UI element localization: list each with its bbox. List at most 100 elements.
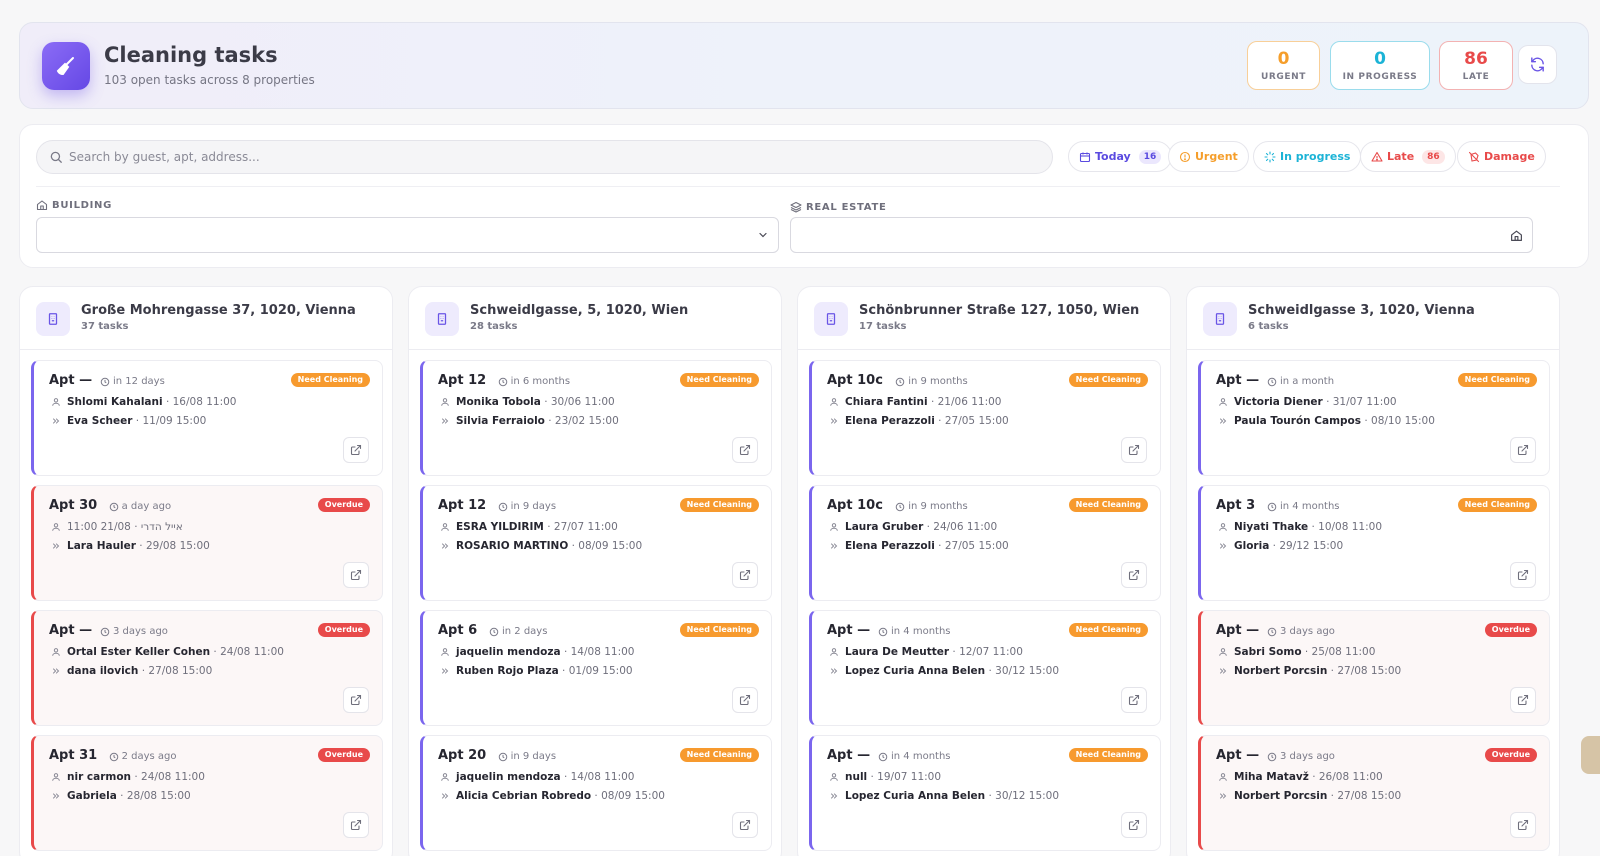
late-stat-label: LATE (1462, 71, 1490, 82)
apartment-label: Apt — (1216, 748, 1260, 763)
checkout-guest-name: Norbert Porcsin (1234, 665, 1328, 677)
open-task-button[interactable] (1121, 437, 1147, 463)
user-icon (1219, 773, 1227, 781)
task-card[interactable]: Apt 30 a day ago Overdue 11:00 21/08 · איי… (31, 485, 383, 601)
search-input[interactable] (69, 141, 1029, 173)
building-select[interactable] (36, 217, 779, 253)
checkin-guest: Ortal Ester Keller Cohen · 24/08 11:00 (51, 646, 284, 658)
external-link-icon (1517, 819, 1529, 831)
refresh-button[interactable] (1518, 45, 1557, 84)
warning-triangle-icon (1371, 151, 1383, 162)
late-stat[interactable]: 86 LATE (1439, 41, 1513, 90)
in-progress-stat[interactable]: 0 IN PROGRESS (1330, 41, 1430, 90)
checkout-date: · 01/09 15:00 (562, 665, 633, 677)
open-task-button[interactable] (1510, 812, 1536, 838)
checkin-date: 11:00 21/08 · אייל הדרי (67, 521, 183, 533)
open-task-button[interactable] (1510, 687, 1536, 713)
task-card[interactable]: Apt 3 in 4 months Need Cleaning Niyati Thak… (1198, 485, 1550, 601)
column-header: Schweidlgasse 3, 1020, Vienna 6 tasks (1187, 287, 1559, 350)
user-icon (1219, 398, 1227, 406)
status-badge: Need Cleaning (679, 623, 759, 637)
open-task-button[interactable] (343, 437, 369, 463)
task-card[interactable]: Apt 20 in 9 days Need Cleaning jaquelin men… (420, 735, 772, 851)
apartment-label: Apt 3 (1216, 498, 1256, 513)
checkin-guest-name: Niyati Thake (1234, 521, 1309, 533)
open-task-button[interactable] (732, 437, 758, 463)
building-column: Große Mohrengasse 37, 1020, Vienna 37 tas… (19, 286, 393, 856)
task-card[interactable]: Apt — in 4 months Need Cleaning Laura De Me… (809, 610, 1161, 726)
checkout-guest: Lopez Curia Anna Belen · 30/12 15:00 (829, 665, 1059, 677)
chevrons-right-icon (831, 418, 838, 424)
column-header: Schweidlgasse, 5, 1020, Wien 28 tasks (409, 287, 781, 350)
open-task-button[interactable] (732, 562, 758, 588)
task-card[interactable]: Apt — 3 days ago Overdue Ortal Ester Keller… (31, 610, 383, 726)
open-task-button[interactable] (1121, 687, 1147, 713)
column-header: Große Mohrengasse 37, 1020, Vienna 37 tas… (20, 287, 392, 350)
column-header: Schönbrunner Straße 127, 1050, Wien 17 ta… (798, 287, 1170, 350)
checkin-guest-name: nir carmon (67, 771, 132, 783)
open-task-button[interactable] (343, 812, 369, 838)
apartment-label: Apt 12 (438, 373, 487, 388)
open-task-button[interactable] (343, 562, 369, 588)
task-card[interactable]: Apt 10c in 9 months Need Cleaning Laura Gru… (809, 485, 1161, 601)
checkin-guest-name: Victoria Diener (1234, 396, 1323, 408)
open-task-button[interactable] (1510, 437, 1536, 463)
today-filter-chip[interactable]: Today 16 (1068, 141, 1173, 172)
checkout-guest-name: Lopez Curia Anna Belen (845, 790, 986, 802)
task-time: 2 days ago (109, 751, 177, 762)
open-task-button[interactable] (1510, 562, 1536, 588)
checkin-guest: 11:00 21/08 · אייל הדרי (51, 521, 183, 533)
checkin-date: · 14/08 11:00 (563, 771, 635, 783)
task-card[interactable]: Apt — 3 days ago Overdue Miha Matavž · 26/0… (1198, 735, 1550, 851)
checkin-guest-name: Shlomi Kahalani (67, 396, 163, 408)
task-card[interactable]: Apt 12 in 6 months Need Cleaning Monika Tob… (420, 360, 772, 476)
user-icon (830, 523, 838, 531)
task-time-text: in 4 months (891, 626, 951, 637)
apartment-label: Apt 30 (49, 498, 98, 513)
task-card[interactable]: Apt 12 in 9 days Need Cleaning ESRA YILDIRI… (420, 485, 772, 601)
open-task-button[interactable] (343, 687, 369, 713)
open-task-button[interactable] (1121, 812, 1147, 838)
urgent-stat[interactable]: 0 URGENT (1247, 41, 1320, 90)
checkout-guest: Elena Perazzoli · 27/05 15:00 (829, 540, 1009, 552)
task-card[interactable]: Apt — in 12 days Need Cleaning Shlomi Kahal… (31, 360, 383, 476)
external-link-icon (1128, 444, 1140, 456)
clock-icon (498, 377, 507, 386)
task-time: in 9 days (498, 501, 556, 512)
checkin-date: · 25/08 11:00 (1304, 646, 1376, 658)
settings-side-tab[interactable] (1581, 736, 1600, 774)
checkin-guest: null · 19/07 11:00 (829, 771, 941, 783)
task-card[interactable]: Apt 10c in 9 months Need Cleaning Chiara Fa… (809, 360, 1161, 476)
open-task-button[interactable] (732, 812, 758, 838)
checkout-guest-name: Paula Tourón Campos (1234, 415, 1362, 427)
user-icon (1219, 523, 1227, 531)
checkout-date: · 08/09 15:00 (594, 790, 665, 802)
task-time-text: in 2 days (502, 626, 548, 637)
real-estate-select[interactable] (790, 217, 1533, 253)
open-task-button[interactable] (732, 687, 758, 713)
damage-filter-chip[interactable]: Damage (1457, 141, 1546, 172)
checkin-guest: Chiara Fantini · 21/06 11:00 (829, 396, 1002, 408)
column-task-count: 37 tasks (81, 321, 129, 332)
task-card[interactable]: Apt 6 in 2 days Need Cleaning jaquelin mend… (420, 610, 772, 726)
task-card[interactable]: Apt 31 2 days ago Overdue nir carmon · 24/0… (31, 735, 383, 851)
checkout-guest-name: Lopez Curia Anna Belen (845, 665, 986, 677)
checkin-guest: Miha Matavž · 26/08 11:00 (1218, 771, 1383, 783)
task-card[interactable]: Apt — in 4 months Need Cleaning null · 19/0… (809, 735, 1161, 851)
task-time-text: in 9 months (908, 501, 968, 512)
clock-icon (895, 502, 905, 511)
urgent-filter-chip[interactable]: Urgent (1168, 141, 1249, 172)
search-box (36, 140, 1053, 174)
urgent-stat-label: URGENT (1260, 71, 1307, 82)
checkin-guest: jaquelin mendoza · 14/08 11:00 (440, 646, 634, 658)
task-card[interactable]: Apt — 3 days ago Overdue Sabri Somo · 25/08… (1198, 610, 1550, 726)
user-icon (830, 648, 838, 656)
checkin-guest-name: jaquelin mendoza (456, 646, 561, 658)
task-card[interactable]: Apt — in a month Need Cleaning Victoria Die… (1198, 360, 1550, 476)
in-progress-filter-chip[interactable]: In progress (1253, 141, 1362, 172)
open-task-button[interactable] (1121, 562, 1147, 588)
chevrons-right-icon (831, 543, 838, 549)
checkout-guest: Eva Scheer · 11/09 15:00 (51, 415, 206, 427)
late-filter-chip[interactable]: Late 86 (1360, 141, 1456, 172)
task-time: a day ago (109, 501, 171, 512)
